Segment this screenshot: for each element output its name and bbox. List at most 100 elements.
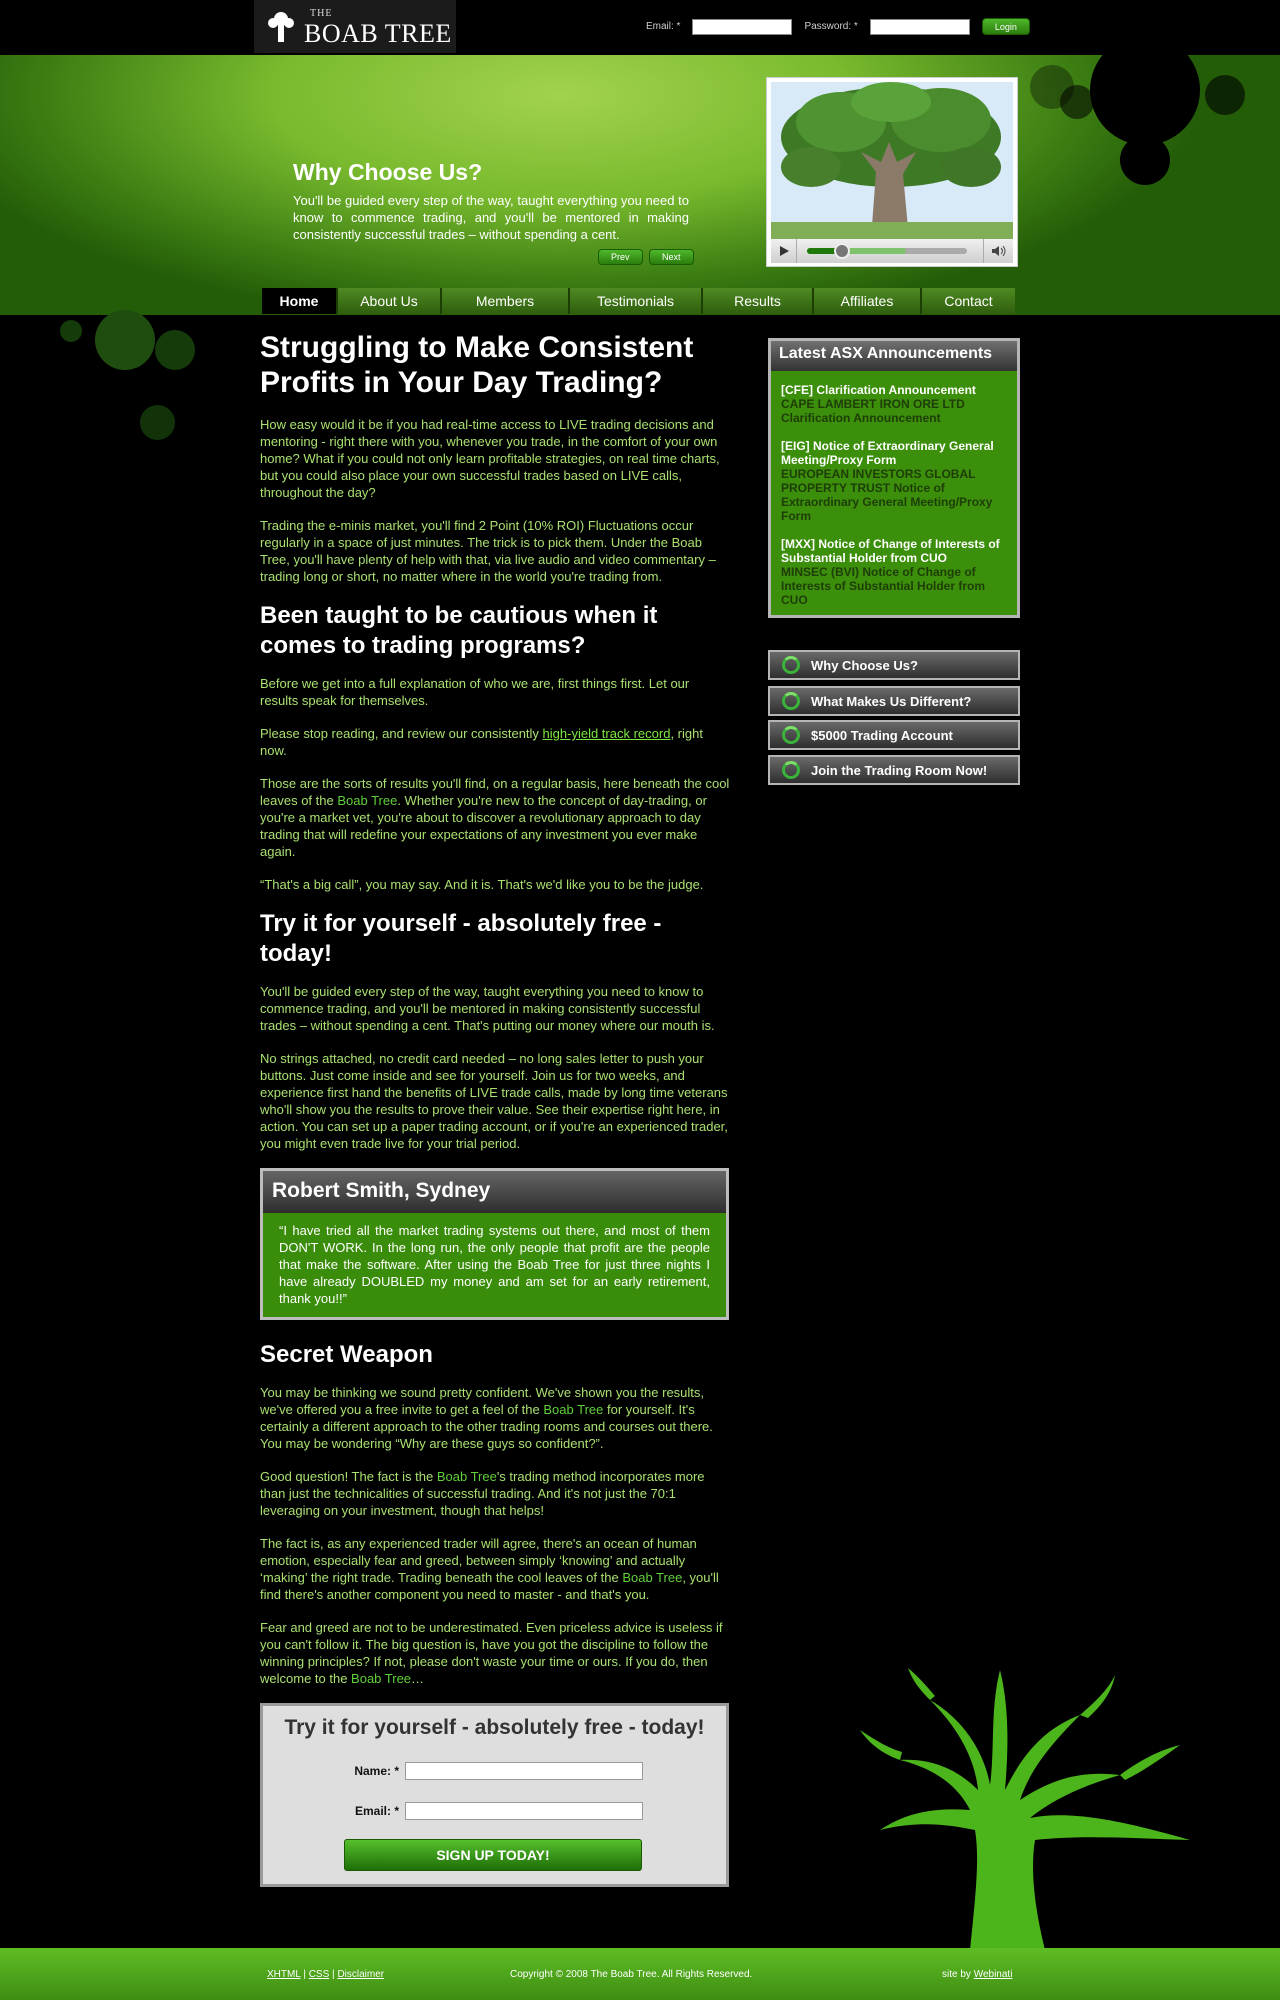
- sidebar-button-why-choose-us[interactable]: Why Choose Us?: [768, 650, 1020, 680]
- nav-tab-contact[interactable]: Contact: [920, 288, 1015, 314]
- sidebar-button-join-trading-room[interactable]: Join the Trading Room Now!: [768, 755, 1020, 785]
- track-record-paragraph: Please stop reading, and review our cons…: [260, 725, 730, 759]
- decor-blob: [1090, 55, 1200, 145]
- brand-mention: Boab Tree: [543, 1402, 604, 1417]
- baobab-tree-image: [771, 82, 1013, 239]
- announcement-title[interactable]: [EIG] Notice of Extraordinary General Me…: [781, 439, 1007, 467]
- nav-tab-members[interactable]: Members: [440, 288, 568, 314]
- logo[interactable]: THE BOAB TREE: [254, 0, 456, 53]
- nav-tab-home[interactable]: Home: [262, 288, 336, 314]
- video-frame[interactable]: [771, 82, 1013, 239]
- css-link[interactable]: CSS: [309, 1969, 330, 1980]
- decor-blob: [1030, 65, 1074, 109]
- guided-paragraph: You'll be guided every step of the way, …: [260, 984, 715, 1033]
- signup-email-label: Email: *: [354, 1804, 399, 1818]
- hero-banner: Why Choose Us? You'll be guided every st…: [0, 55, 1280, 315]
- section-heading-cautious: Been taught to be cautious when it comes…: [260, 602, 658, 659]
- fear-greed-paragraph: Fear and greed are not to be underestima…: [260, 1619, 730, 1687]
- video-scrubber-handle[interactable]: [834, 243, 851, 259]
- brand-mention: Boab Tree: [337, 793, 398, 808]
- sidebar-button-what-makes-us-different[interactable]: What Makes Us Different?: [768, 686, 1020, 716]
- announcement-item[interactable]: [CFE] Clarification Announcement CAPE LA…: [781, 383, 1007, 425]
- password-field[interactable]: [869, 18, 970, 35]
- decor-blob: [60, 320, 82, 342]
- footer-separator: |: [303, 1969, 306, 1980]
- announcement-item[interactable]: [EIG] Notice of Extraordinary General Me…: [781, 439, 1007, 523]
- copyright: Copyright © 2008 The Boab Tree. All Righ…: [510, 1969, 753, 1980]
- ring-icon: [782, 692, 800, 710]
- nav-tab-testimonials[interactable]: Testimonials: [568, 288, 701, 314]
- section-heading-secret-weapon: Secret Weapon: [260, 1341, 433, 1368]
- nav-tab-results[interactable]: Results: [701, 288, 812, 314]
- testimonial-author: Robert Smith, Sydney: [263, 1171, 726, 1213]
- sidebar-button-label: What Makes Us Different?: [811, 693, 972, 709]
- decor-blob: [1120, 135, 1170, 185]
- sidebar-button-label: $5000 Trading Account: [811, 727, 953, 743]
- login-button[interactable]: Login: [981, 18, 1030, 35]
- email-field[interactable]: [692, 18, 793, 35]
- disclaimer-link[interactable]: Disclaimer: [337, 1969, 384, 1980]
- signup-email-field[interactable]: [405, 1802, 643, 1820]
- signup-title: Try it for yourself - absolutely free - …: [284, 1716, 705, 1739]
- site-credit-label: site by: [942, 1969, 974, 1980]
- testimonial-box: Robert Smith, Sydney “I have tried all t…: [260, 1168, 729, 1320]
- video-controls: [771, 239, 1013, 263]
- no-strings-paragraph: No strings attached, no credit card need…: [260, 1051, 728, 1151]
- good-question-paragraph: Good question! The fact is the Boab Tree…: [260, 1468, 730, 1519]
- brand-mention: Boab Tree: [436, 1469, 497, 1484]
- emini-paragraph: Trading the e-minis market, you'll find …: [260, 518, 716, 584]
- confident-paragraph: You may be thinking we sound pretty conf…: [260, 1384, 730, 1452]
- password-label: Password: *: [804, 21, 858, 32]
- baobab-silhouette-icon: [860, 1668, 1190, 1950]
- email-label: Email: *: [646, 21, 681, 32]
- email-row: Email: *: [345, 1802, 643, 1820]
- asx-announcements-panel: Latest ASX Announcements [CFE] Clarifica…: [768, 338, 1020, 618]
- name-field[interactable]: [405, 1762, 643, 1780]
- brand-mention: Boab Tree: [622, 1570, 683, 1585]
- text: Good question! The fact is the: [260, 1469, 437, 1484]
- decor-blob: [155, 330, 195, 370]
- decor-blob: [95, 310, 155, 370]
- video-progress-bar[interactable]: [807, 243, 967, 259]
- hero-title: Why Choose Us?: [293, 159, 483, 185]
- page-title: Struggling to Make Consistent Profits in…: [260, 331, 694, 399]
- logo-the: THE: [310, 8, 333, 19]
- nav-tab-about-us[interactable]: About Us: [336, 288, 440, 314]
- announcement-desc: MINSEC (BVI) Notice of Change of Interes…: [781, 565, 986, 607]
- main-content: Struggling to Make Consistent Profits in…: [260, 330, 730, 1887]
- signup-button[interactable]: SIGN UP TODAY!: [344, 1839, 642, 1871]
- ring-icon: [782, 656, 800, 674]
- intro-paragraph: How easy would it be if you had real-tim…: [260, 417, 720, 500]
- xhtml-link[interactable]: XHTML: [267, 1969, 301, 1980]
- brand-mention: Boab Tree: [351, 1671, 412, 1686]
- main-nav: Home About Us Members Testimonials Resul…: [262, 288, 1015, 314]
- sidebar-button-label: Join the Trading Room Now!: [811, 762, 988, 778]
- nav-tab-affiliates[interactable]: Affiliates: [812, 288, 920, 314]
- footer-separator: |: [332, 1969, 335, 1980]
- prev-button[interactable]: Prev: [598, 249, 643, 265]
- announcement-title[interactable]: [CFE] Clarification Announcement: [781, 383, 1007, 397]
- announcement-desc: EUROPEAN INVESTORS GLOBAL PROPERTY TRUST…: [781, 467, 993, 523]
- name-label: Name: *: [354, 1764, 399, 1778]
- signup-form: Try it for yourself - absolutely free - …: [260, 1703, 729, 1887]
- play-icon[interactable]: [771, 239, 797, 263]
- results-paragraph: Those are the sorts of results you'll fi…: [260, 775, 730, 860]
- decor-blob: [140, 405, 175, 440]
- announcement-item[interactable]: [MXX] Notice of Change of Interests of S…: [781, 537, 1007, 607]
- announcement-title[interactable]: [MXX] Notice of Change of Interests of S…: [781, 537, 1007, 565]
- testimonial-quote: “I have tried all the market trading sys…: [279, 1223, 710, 1306]
- next-button[interactable]: Next: [649, 249, 694, 265]
- webinati-link[interactable]: Webinati: [974, 1969, 1013, 1980]
- volume-icon[interactable]: [983, 239, 1013, 263]
- big-call-paragraph: “That's a big call”, you may say. And it…: [260, 877, 704, 892]
- emotion-paragraph: The fact is, as any experienced trader w…: [260, 1535, 730, 1603]
- text: Please stop reading, and review our cons…: [260, 726, 543, 741]
- video-player[interactable]: [766, 77, 1018, 267]
- login-form: Email: * Password: * Login: [646, 18, 1030, 35]
- sidebar-button-trading-account[interactable]: $5000 Trading Account: [768, 720, 1020, 750]
- announcement-list: [CFE] Clarification Announcement CAPE LA…: [771, 371, 1017, 615]
- asx-panel-title: Latest ASX Announcements: [771, 341, 1017, 371]
- footer-links: XHTML | CSS | Disclaimer: [267, 1969, 384, 1980]
- track-record-link[interactable]: high-yield track record: [543, 726, 671, 741]
- ring-icon: [782, 726, 800, 744]
